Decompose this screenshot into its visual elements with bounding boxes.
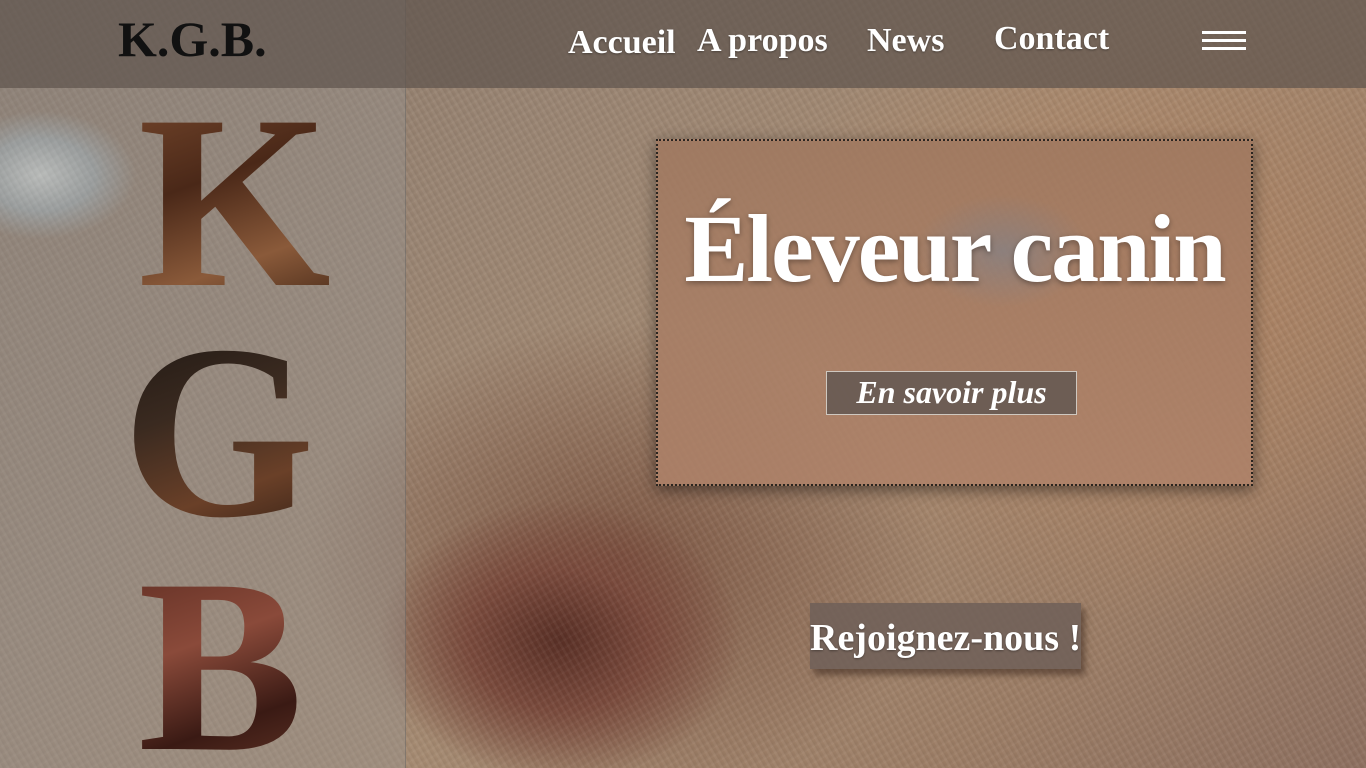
site-logo[interactable]: K.G.B. [118,10,267,68]
join-us-button[interactable]: Rejoignez-nous ! [810,603,1081,669]
top-navigation-bar: K.G.B. Accueil A propos News Contact [0,0,1366,88]
learn-more-button[interactable]: En savoir plus [826,371,1077,415]
big-letter-k: K [138,64,331,339]
nav-link-a-propos[interactable]: A propos [697,22,828,60]
hamburger-menu-icon[interactable] [1202,31,1246,51]
page: K G B K.G.B. Accueil A propos News Conta… [0,0,1366,768]
menu-bar-line [1202,31,1246,34]
nav-link-contact[interactable]: Contact [994,20,1109,58]
left-letter-panel: K G B [0,0,406,768]
menu-bar-line [1202,39,1246,42]
big-letter-g: G [122,294,315,569]
nav-link-accueil[interactable]: Accueil [568,24,676,62]
menu-bar-line [1202,47,1246,50]
hero-card: Éleveur canin En savoir plus [656,139,1253,486]
nav-link-news[interactable]: News [867,22,944,60]
big-letter-b: B [138,542,303,768]
hero-title: Éleveur canin [684,195,1226,302]
